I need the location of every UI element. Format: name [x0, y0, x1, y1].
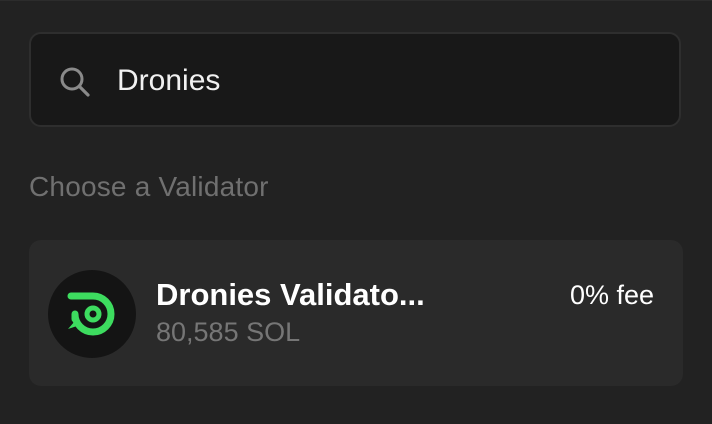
- top-divider: [0, 0, 712, 1]
- validator-avatar: [48, 270, 136, 358]
- validator-list-item[interactable]: Dronies Validato... 80,585 SOL 0% fee: [29, 240, 683, 386]
- validator-stake: 80,585 SOL: [156, 317, 301, 347]
- search-box[interactable]: [29, 32, 681, 127]
- validator-fee: 0% fee: [569, 280, 654, 310]
- search-icon: [60, 67, 90, 97]
- search-input[interactable]: [117, 58, 657, 104]
- validator-name: Dronies Validato...: [156, 277, 425, 312]
- dronies-logo-icon: [67, 292, 115, 336]
- section-heading: Choose a Validator: [29, 171, 269, 202]
